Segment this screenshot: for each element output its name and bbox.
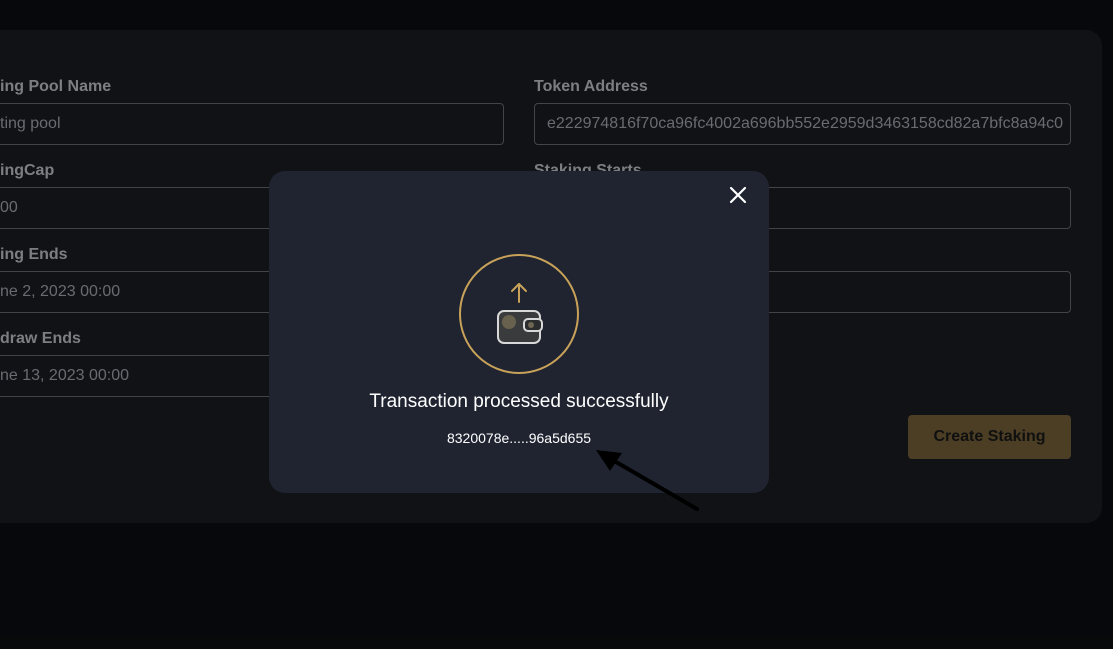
close-icon[interactable] <box>727 184 749 206</box>
transaction-hash[interactable]: 8320078e.....96a5d655 <box>269 430 769 446</box>
page: ing Pool Name ting pool ingCap 00 ing En… <box>0 0 1113 649</box>
wallet-badge <box>459 254 579 374</box>
wallet-icon <box>497 310 543 344</box>
success-message: Transaction processed successfully <box>369 391 669 412</box>
annotation-arrow <box>596 450 699 511</box>
